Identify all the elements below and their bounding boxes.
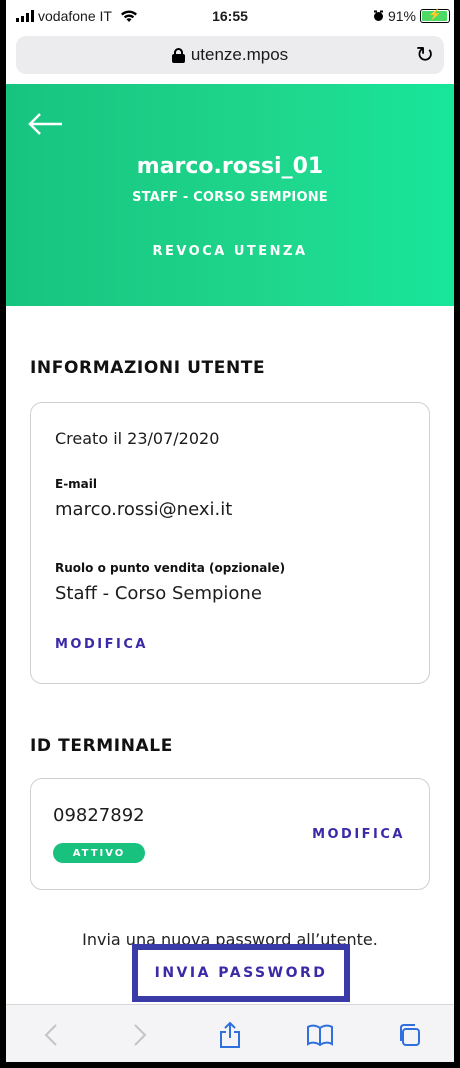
browser-toolbar (6, 1004, 454, 1062)
lock-icon (171, 48, 185, 63)
battery-percent: 91% (387, 8, 416, 24)
battery-icon: ⚡ (420, 9, 450, 23)
user-header: marco.rossi_01 STAFF - CORSO SEMPIONE RE… (6, 84, 454, 306)
bookmarks-icon[interactable] (300, 1015, 340, 1055)
user-info-card: Creato il 23/07/2020 E-mail marco.rossi@… (30, 402, 430, 684)
reload-icon[interactable]: ↻ (416, 42, 434, 68)
status-badge: ATTIVO (53, 843, 145, 863)
status-bar: vodafone IT 16:55 91% ⚡ (6, 0, 454, 34)
user-role-subtitle: STAFF - CORSO SEMPIONE (132, 190, 328, 205)
url-bar-area: utenze.mpos ↻ (6, 34, 454, 84)
email-label: E-mail (55, 477, 98, 491)
terminal-card: 09827892 ATTIVO MODIFICA (30, 778, 430, 890)
role-value: Staff - Corso Sempione (55, 583, 262, 604)
forward-icon[interactable] (120, 1015, 160, 1055)
alarm-icon (373, 10, 383, 21)
edit-terminal-button[interactable]: MODIFICA (312, 827, 405, 842)
share-icon[interactable] (210, 1015, 250, 1055)
back-icon[interactable] (31, 1015, 71, 1055)
back-arrow-icon[interactable] (28, 112, 64, 136)
user-info-title: INFORMAZIONI UTENTE (30, 358, 266, 378)
send-password-button[interactable]: INVIA PASSWORD (132, 944, 350, 1002)
email-value: marco.rossi@nexi.it (55, 499, 233, 520)
url-bar[interactable]: utenze.mpos ↻ (16, 36, 444, 74)
role-label: Ruolo o punto vendita (opzionale) (55, 561, 286, 575)
tabs-icon[interactable] (389, 1015, 429, 1055)
edit-user-info-button[interactable]: MODIFICA (55, 637, 148, 652)
url-text: utenze.mpos (190, 45, 289, 64)
username: marco.rossi_01 (136, 154, 324, 179)
terminal-title: ID TERMINALE (30, 736, 173, 756)
created-date: Creato il 23/07/2020 (55, 429, 220, 448)
terminal-id: 09827892 (53, 805, 145, 826)
screen: vodafone IT 16:55 91% ⚡ utenze.mpos ↻ ma… (0, 0, 460, 1068)
revoke-user-button[interactable]: REVOCA UTENZA (6, 244, 454, 259)
status-right: 91% ⚡ (373, 8, 450, 24)
